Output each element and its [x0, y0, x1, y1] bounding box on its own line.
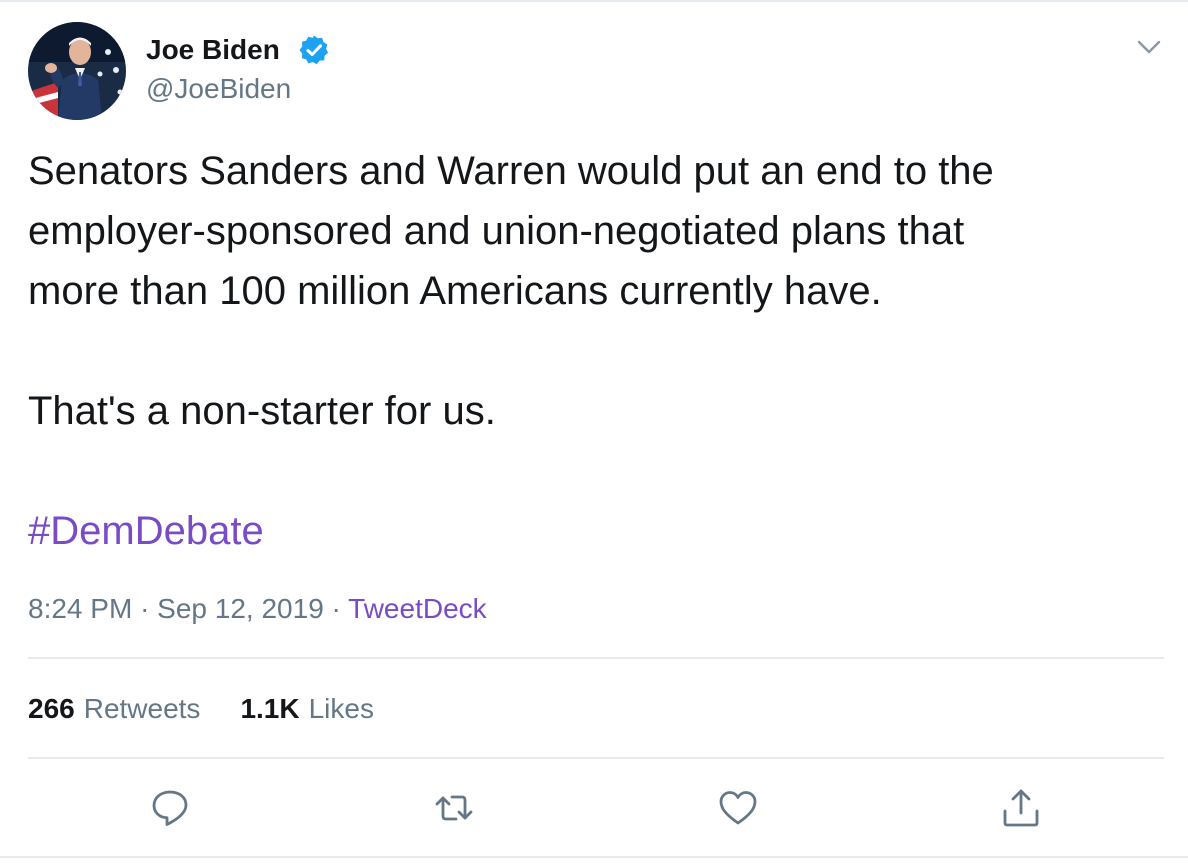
avatar[interactable]	[28, 22, 126, 120]
share-icon[interactable]	[999, 786, 1043, 830]
divider	[28, 757, 1164, 759]
tweet-stats: 266 Retweets 1.1K Likes	[28, 690, 374, 728]
like-icon[interactable]	[716, 786, 760, 830]
meta-separator: ·	[331, 593, 341, 624]
meta-separator: ·	[140, 593, 150, 624]
tweet-card: Joe Biden @JoeBiden Senators Sanders and…	[0, 0, 1188, 866]
verified-badge-icon	[299, 35, 329, 65]
likes-label: Likes	[308, 693, 374, 724]
retweet-icon[interactable]	[432, 786, 476, 830]
chevron-down-icon[interactable]	[1136, 36, 1162, 58]
retweets-stat[interactable]: 266 Retweets	[28, 690, 200, 728]
tweet-text-line: more than 100 million Americans currentl…	[28, 269, 882, 313]
tweet-text-line: employer-sponsored and union-negotiated …	[28, 209, 965, 253]
bottom-divider	[0, 856, 1188, 858]
likes-count: 1.1K	[240, 693, 300, 724]
tweet-metadata: 8:24 PM · Sep 12, 2019 · TweetDeck	[28, 590, 487, 628]
retweets-count: 266	[28, 693, 75, 724]
retweets-label: Retweets	[83, 693, 201, 724]
reply-icon[interactable]	[148, 786, 192, 830]
divider	[28, 657, 1164, 659]
top-divider	[0, 0, 1188, 2]
hashtag-link[interactable]: #DemDebate	[28, 501, 264, 561]
tweet-time[interactable]: 8:24 PM	[28, 593, 132, 624]
tweet-text-line: That's a non-starter for us.	[28, 389, 496, 433]
tweet-text-line: Senators Sanders and Warren would put an…	[28, 149, 994, 193]
author-handle[interactable]: @JoeBiden	[146, 72, 291, 106]
author-name[interactable]: Joe Biden	[146, 33, 280, 67]
tweet-date[interactable]: Sep 12, 2019	[157, 593, 324, 624]
tweet-source-link[interactable]: TweetDeck	[348, 593, 487, 624]
likes-stat[interactable]: 1.1K Likes	[240, 690, 374, 728]
